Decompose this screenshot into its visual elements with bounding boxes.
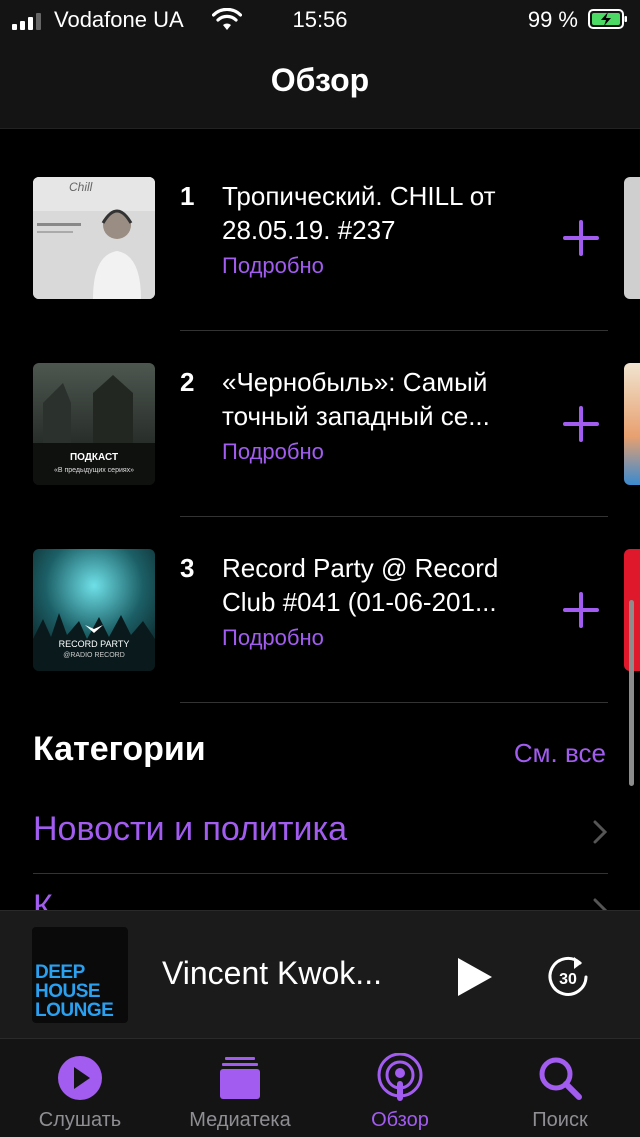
tab-label: Медиатека [189, 1109, 291, 1131]
next-page-peek-artwork [624, 177, 640, 299]
details-link[interactable]: Подробно [222, 439, 324, 465]
add-button[interactable] [560, 589, 602, 631]
tab-bar: Слушать Медиатека Обзор Поиск [0, 1038, 640, 1137]
category-label: Новости и политика [33, 810, 348, 848]
see-all-link[interactable]: См. все [514, 738, 606, 769]
episode-title: «Чернобыль»: Самый точный западный се... [222, 367, 490, 431]
chevron-right-icon [593, 820, 608, 844]
cover-line-2: HOUSE [35, 981, 101, 1002]
tab-search[interactable]: Поиск [480, 1039, 640, 1137]
category-row-news-politics[interactable]: Новости и политика [33, 796, 608, 874]
page-title: Обзор [270, 62, 370, 98]
tab-browse[interactable]: Обзор [320, 1039, 480, 1137]
play-circle-icon [58, 1056, 102, 1100]
episode-artwork-3: RECORD PARTY @RADIO RECORD [33, 549, 155, 671]
row-divider [180, 516, 608, 517]
add-button[interactable] [560, 403, 602, 445]
cover-line-3: LOUNGE [35, 1000, 114, 1021]
section-heading: Категории [33, 730, 206, 768]
row-divider [180, 702, 608, 703]
episode-artwork-2: ПОДКАСТ «В предыдущих сериях» [33, 363, 155, 485]
episode-title: Тропический. CHILL от 28.05.19. #237 [222, 181, 496, 245]
status-bar: Vodafone UA 15:56 99 % [0, 0, 640, 40]
tab-listen[interactable]: Слушать [0, 1039, 160, 1137]
episode-artwork-text-2: ПОДКАСТ [69, 452, 119, 463]
episode-artwork-subtext-3: @RADIO RECORD [63, 652, 125, 659]
battery-charging-icon [588, 9, 627, 29]
episode-artwork-text-3: RECORD PARTY [58, 639, 130, 649]
tab-label: Слушать [38, 1109, 122, 1131]
cover-line-1: DEEP [35, 962, 85, 983]
podcast-icon [377, 1053, 423, 1101]
search-icon [539, 1057, 582, 1100]
row-divider [180, 330, 608, 331]
skip-seconds-label: 30 [559, 971, 577, 988]
play-button[interactable] [452, 955, 496, 999]
library-icon [220, 1057, 260, 1099]
next-page-peek-artwork [624, 363, 640, 485]
add-button[interactable] [560, 217, 602, 259]
episode-row-1[interactable]: Chill 1 Тропический. CHILL от 28.05.19. … [0, 177, 640, 363]
episode-rank: 1 [180, 181, 195, 211]
navigation-bar: Обзор [0, 40, 640, 129]
episode-rank: 3 [180, 553, 195, 583]
now-playing-artwork: DEEP HOUSE LOUNGE [32, 927, 128, 1023]
episode-row-3[interactable]: RECORD PARTY @RADIO RECORD 3 Record Part… [0, 549, 640, 735]
episode-title: Record Party @ Record Club #041 (01-06-2… [222, 553, 499, 617]
episode-artwork-1: Chill [33, 177, 155, 299]
mini-player[interactable]: DEEP HOUSE LOUNGE Vincent Kwok... 30 [0, 910, 640, 1039]
tab-label: Поиск [532, 1109, 588, 1131]
episode-artwork-subtext-2: «В предыдущих сериях» [53, 467, 135, 474]
episode-row-2[interactable]: ПОДКАСТ «В предыдущих сериях» 2 «Чернобы… [0, 363, 640, 549]
details-link[interactable]: Подробно [222, 253, 324, 279]
details-link[interactable]: Подробно [222, 625, 324, 651]
episode-rank: 2 [180, 367, 195, 397]
tab-label: Обзор [371, 1109, 429, 1131]
battery-percent: 99 % [527, 7, 578, 32]
scroll-indicator[interactable] [629, 600, 634, 786]
episode-artwork-text-1: Chill [69, 180, 93, 194]
skip-forward-30-icon[interactable]: 30 [544, 953, 592, 1001]
tab-library[interactable]: Медиатека [160, 1039, 320, 1137]
now-playing-title[interactable]: Vincent Kwok... [162, 955, 402, 992]
